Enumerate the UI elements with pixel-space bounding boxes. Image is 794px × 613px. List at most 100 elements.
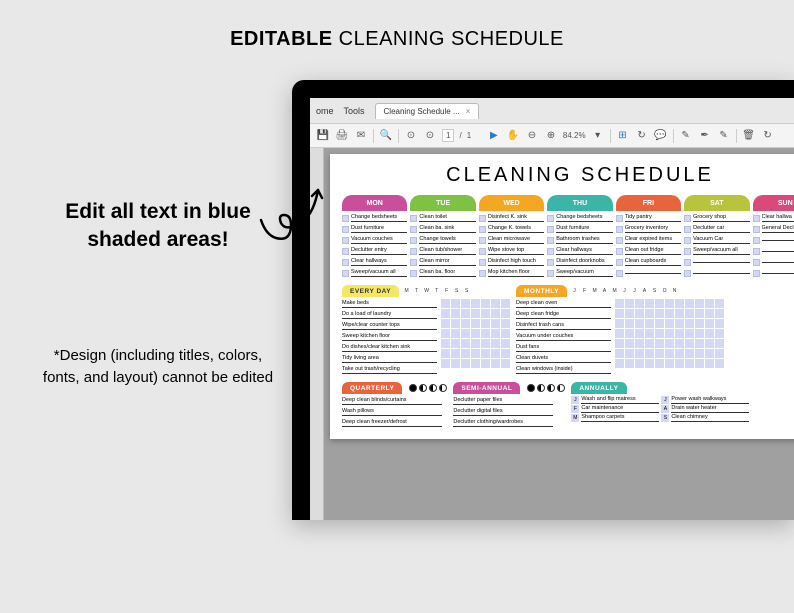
grid-cell[interactable] [491, 309, 500, 318]
grid-cell[interactable] [665, 329, 674, 338]
task-text[interactable]: Vacuum under couches [516, 333, 611, 341]
grid-cell[interactable] [615, 329, 624, 338]
checkbox[interactable] [753, 270, 760, 277]
grid-cell[interactable] [441, 329, 450, 338]
grid-cell[interactable] [665, 339, 674, 348]
task-text[interactable]: Clean out fridge [625, 247, 681, 255]
search-icon[interactable]: 🔍 [379, 129, 393, 143]
task-text[interactable]: Wash and flip matress [581, 396, 659, 404]
grid-cell[interactable] [441, 349, 450, 358]
grid-cell[interactable] [685, 299, 694, 308]
zoom-in-icon[interactable]: ⊕ [544, 129, 558, 143]
grid-cell[interactable] [715, 339, 724, 348]
zoom-out-icon[interactable]: ⊖ [525, 129, 539, 143]
task-text[interactable]: Clean mirror [419, 258, 475, 266]
grid-cell[interactable] [501, 359, 510, 368]
task-text[interactable]: Clean duvets [516, 355, 611, 363]
grid-cell[interactable] [645, 299, 654, 308]
grid-cell[interactable] [481, 319, 490, 328]
grid-cell[interactable] [441, 319, 450, 328]
grid-cell[interactable] [441, 339, 450, 348]
task-text[interactable]: Car maintenance [581, 405, 659, 413]
grid-cell[interactable] [685, 359, 694, 368]
task-text[interactable] [693, 272, 749, 274]
checkbox[interactable] [410, 270, 417, 277]
grid-cell[interactable] [471, 349, 480, 358]
task-text[interactable]: Power wash walkways [671, 396, 749, 404]
checkbox[interactable] [342, 259, 349, 266]
grid-cell[interactable] [645, 349, 654, 358]
task-text[interactable]: Clean chimney [671, 414, 749, 422]
checkbox[interactable] [684, 259, 691, 266]
task-text[interactable]: Tidy pantry [625, 214, 681, 222]
checkbox[interactable] [479, 226, 486, 233]
grid-cell[interactable] [615, 349, 624, 358]
grid-cell[interactable] [491, 339, 500, 348]
grid-cell[interactable] [655, 359, 664, 368]
close-icon[interactable]: × [466, 107, 471, 116]
checkbox[interactable] [342, 248, 349, 255]
task-text[interactable]: Deep clean blinds/curtains [342, 397, 442, 405]
task-text[interactable]: Sweep/vacuum [556, 269, 612, 277]
grid-cell[interactable] [645, 309, 654, 318]
grid-cell[interactable] [645, 329, 654, 338]
grid-cell[interactable] [481, 309, 490, 318]
grid-cell[interactable] [461, 349, 470, 358]
edit-icon[interactable]: ✎ [679, 129, 693, 143]
doc-canvas[interactable]: CLEANING SCHEDULE MONChange bedsheetsDus… [324, 148, 794, 520]
comment-icon[interactable]: 💬 [654, 129, 668, 143]
task-text[interactable]: Sweep kitchen floor [342, 333, 437, 341]
grid-cell[interactable] [715, 319, 724, 328]
checkbox[interactable] [342, 270, 349, 277]
chevron-down-icon[interactable]: ▾ [591, 129, 605, 143]
task-text[interactable]: Clear expired items [625, 236, 681, 244]
grid-cell[interactable] [615, 319, 624, 328]
task-text[interactable] [762, 272, 794, 274]
task-text[interactable]: Declutter clothing/wardrobes [453, 419, 553, 427]
grid-cell[interactable] [501, 349, 510, 358]
task-text[interactable]: Wipe stove top [488, 247, 544, 255]
grid-cell[interactable] [461, 359, 470, 368]
grid-cell[interactable] [471, 339, 480, 348]
task-text[interactable]: Deep clean freezer/defrost [342, 419, 442, 427]
task-text[interactable]: Clear hallwa [762, 214, 794, 222]
task-text[interactable] [762, 261, 794, 263]
task-text[interactable]: Clean ba. floor [419, 269, 475, 277]
grid-cell[interactable] [715, 299, 724, 308]
task-text[interactable]: Clean ba. sink [419, 225, 475, 233]
grid-cell[interactable] [665, 299, 674, 308]
grid-cell[interactable] [715, 349, 724, 358]
grid-cell[interactable] [471, 309, 480, 318]
page-number-input[interactable]: 1 [442, 129, 454, 142]
checkbox[interactable] [547, 259, 554, 266]
grid-cell[interactable] [625, 349, 634, 358]
grid-cell[interactable] [695, 329, 704, 338]
task-text[interactable]: Take out trash/recycling [342, 366, 437, 374]
checkbox[interactable] [753, 248, 760, 255]
grid-cell[interactable] [655, 319, 664, 328]
task-text[interactable]: Disinfect trash cans [516, 322, 611, 330]
checkbox[interactable] [479, 237, 486, 244]
grid-cell[interactable] [625, 309, 634, 318]
grid-cell[interactable] [625, 359, 634, 368]
checkbox[interactable] [616, 226, 623, 233]
task-text[interactable]: Clean tub/shower [419, 247, 475, 255]
grid-cell[interactable] [491, 329, 500, 338]
grid-cell[interactable] [501, 329, 510, 338]
grid-cell[interactable] [675, 349, 684, 358]
checkbox[interactable] [616, 259, 623, 266]
document-tab[interactable]: Cleaning Schedule ... × [375, 103, 480, 119]
grid-cell[interactable] [665, 359, 674, 368]
grid-cell[interactable] [461, 299, 470, 308]
fit-width-icon[interactable]: ⊞ [616, 129, 630, 143]
grid-cell[interactable] [441, 359, 450, 368]
grid-cell[interactable] [615, 339, 624, 348]
month-box[interactable]: S [661, 414, 669, 422]
task-text[interactable]: Grocery shop [693, 214, 749, 222]
grid-cell[interactable] [715, 309, 724, 318]
grid-cell[interactable] [501, 339, 510, 348]
task-text[interactable]: Disinfect K. sink [488, 214, 544, 222]
grid-cell[interactable] [685, 339, 694, 348]
grid-cell[interactable] [615, 309, 624, 318]
grid-cell[interactable] [491, 349, 500, 358]
